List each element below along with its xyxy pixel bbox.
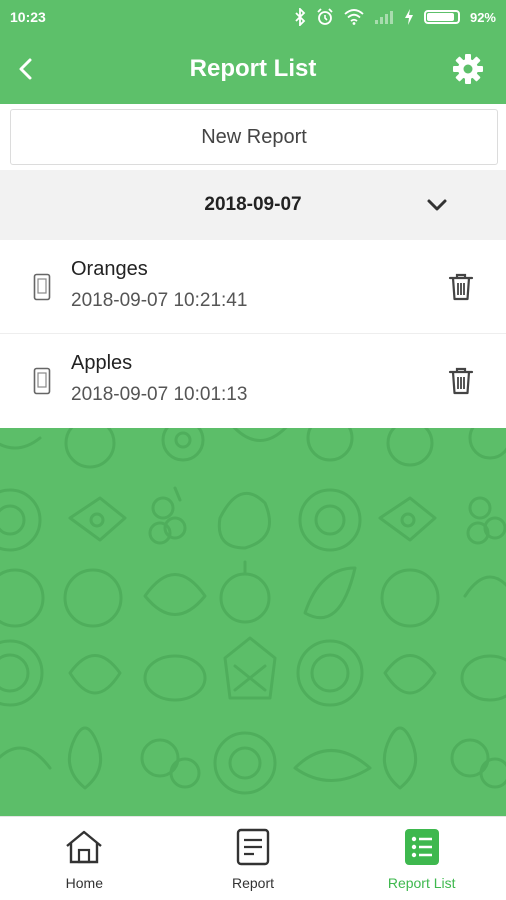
status-bar: 10:23 92% xyxy=(0,0,506,34)
report-name: Apples xyxy=(71,352,133,374)
nav-item-report[interactable]: Report xyxy=(169,817,338,900)
new-report-button[interactable]: New Report xyxy=(10,109,498,165)
bluetooth-icon xyxy=(294,8,306,26)
nav-label-report: Report xyxy=(231,875,275,891)
phone-icon xyxy=(33,273,51,301)
date-group-header[interactable]: 2018-09-07 xyxy=(0,170,506,240)
nav-item-report-list[interactable]: Report List xyxy=(337,817,506,900)
home-icon xyxy=(63,827,105,867)
phone-icon xyxy=(33,367,51,395)
gear-icon xyxy=(453,54,483,84)
signal-icon xyxy=(374,10,394,24)
nav-label-report-list: Report List xyxy=(387,875,456,891)
alarm-icon xyxy=(316,8,334,26)
charging-icon xyxy=(404,9,414,25)
report-name: Oranges xyxy=(71,258,148,280)
chevron-left-icon xyxy=(19,58,32,80)
report-timestamp: 2018-09-07 10:21:41 xyxy=(71,290,248,311)
back-button[interactable] xyxy=(8,51,44,87)
list-item[interactable]: Oranges 2018-09-07 10:21:41 xyxy=(0,240,506,334)
wifi-icon xyxy=(344,9,364,25)
page-title: Report List xyxy=(189,55,317,82)
status-icons: 92% xyxy=(294,8,496,26)
nav-label-home: Home xyxy=(65,875,104,891)
bottom-navigation: Home Report Report List xyxy=(0,816,506,900)
date-group-label: 2018-09-07 xyxy=(204,194,302,215)
list-item[interactable]: Apples 2018-09-07 10:01:13 xyxy=(0,334,506,428)
trash-icon xyxy=(448,367,474,395)
app-bar: Report List xyxy=(0,34,506,104)
report-timestamp: 2018-09-07 10:01:13 xyxy=(71,384,248,405)
fruit-pattern-icon xyxy=(0,428,506,795)
nav-item-home[interactable]: Home xyxy=(0,817,169,900)
delete-button[interactable] xyxy=(444,270,478,304)
settings-button[interactable] xyxy=(450,51,486,87)
trash-icon xyxy=(448,273,474,301)
document-icon xyxy=(232,827,274,867)
status-time: 10:23 xyxy=(10,9,46,25)
delete-button[interactable] xyxy=(444,364,478,398)
list-icon xyxy=(401,827,443,867)
chevron-down-icon xyxy=(424,192,450,218)
battery-percent: 92% xyxy=(469,9,496,25)
battery-icon xyxy=(423,10,460,24)
fruit-pattern-background xyxy=(0,428,506,816)
